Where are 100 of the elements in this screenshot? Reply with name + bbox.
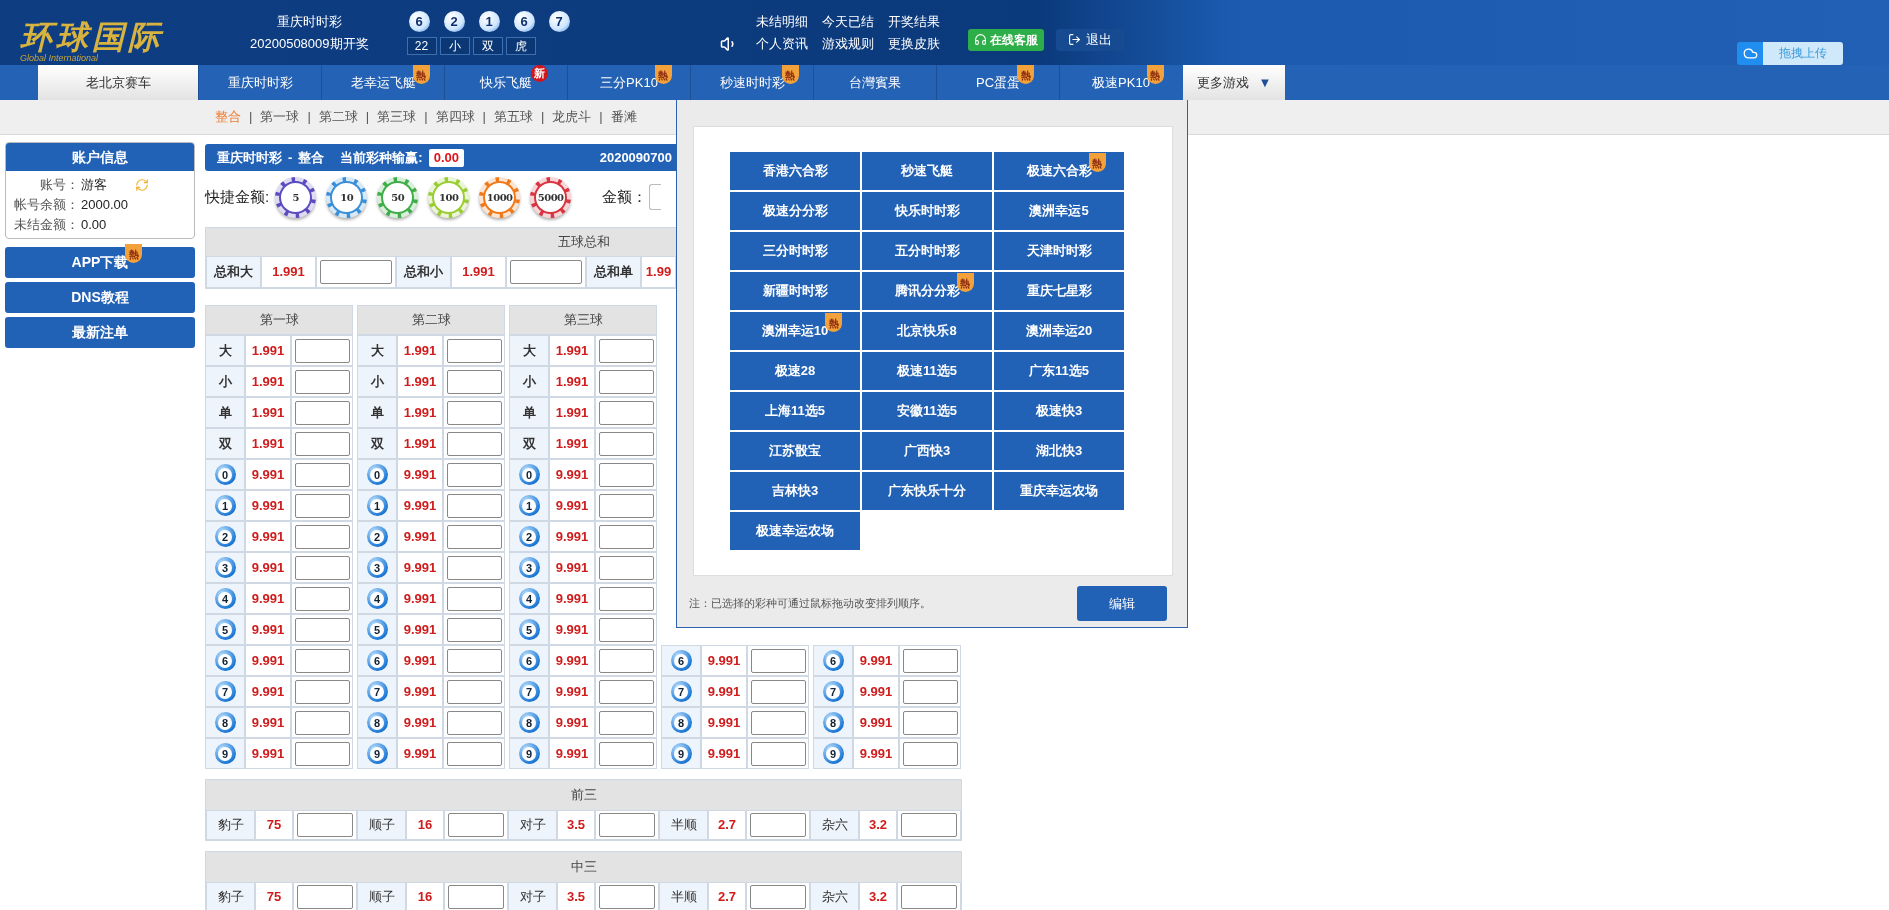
odds-value: 3.2 [859, 810, 897, 840]
odds-value: 1.991 [549, 397, 595, 428]
game-button[interactable]: 广西快3 [862, 432, 992, 470]
odds-value: 9.991 [701, 676, 747, 707]
game-button[interactable]: 广东快乐十分 [862, 472, 992, 510]
odds-value: 16 [406, 810, 444, 840]
game-tab[interactable]: 老北京赛车 [38, 65, 198, 100]
amount-input[interactable] [649, 184, 662, 210]
field-value: 0.00 [81, 215, 107, 234]
chip[interactable]: 100 [428, 176, 470, 218]
bet-label: 杂六 [810, 882, 859, 910]
game-button[interactable]: 上海11选5 [730, 392, 860, 430]
odds-value: 1.991 [549, 428, 595, 459]
game-button[interactable]: 澳洲幸运20 [994, 312, 1124, 350]
logout-button[interactable]: 退出 [1055, 28, 1124, 51]
odds-value: 1.991 [245, 366, 291, 397]
game-button[interactable]: 新疆时时彩 [730, 272, 860, 310]
game-button[interactable]: 极速快3 [994, 392, 1124, 430]
header-link[interactable]: 游戏规则 [821, 36, 874, 51]
odds-value: 9.991 [549, 583, 595, 614]
header-link[interactable]: 更换皮肤 [887, 36, 940, 51]
odds-value: 9.991 [549, 459, 595, 490]
refresh-icon[interactable] [135, 177, 149, 192]
odds-value: 9.991 [853, 738, 899, 769]
game-button[interactable]: 香港六合彩 [730, 152, 860, 190]
header-link[interactable]: 未结明细 [755, 14, 808, 29]
odds-value: 9.991 [549, 707, 595, 738]
odds-value: 9.991 [549, 521, 595, 552]
header-link[interactable]: 今天已结 [821, 14, 874, 29]
play-type-link[interactable]: 第二球 [318, 107, 358, 127]
sidebar-button[interactable]: DNS教程 [5, 282, 195, 313]
game-button[interactable]: 江苏骰宝 [730, 432, 860, 470]
odds-value: 9.991 [549, 490, 595, 521]
game-button[interactable]: 重庆七星彩 [994, 272, 1124, 310]
odds-value: 9.991 [245, 521, 291, 552]
headset-icon [973, 33, 987, 46]
game-button[interactable]: 快乐时时彩 [862, 192, 992, 230]
field-value: 2000.00 [81, 195, 128, 214]
game-button[interactable]: 广东11选5 [994, 352, 1124, 390]
bet-label: 大 [357, 335, 397, 366]
play-type-link[interactable]: 第五球 [493, 107, 533, 127]
odds-value: 1.991 [549, 366, 595, 397]
logo-text: 环球国际 [20, 21, 165, 53]
play-type-link[interactable]: 第一球 [260, 107, 300, 127]
edit-button[interactable]: 编辑 [1077, 586, 1167, 621]
game-button[interactable]: 五分时时彩 [862, 232, 992, 270]
chip[interactable]: 50 [377, 176, 419, 218]
game-button[interactable]: 极速28 [730, 352, 860, 390]
bet-label: 双 [509, 428, 549, 459]
odds-value: 9.991 [245, 583, 291, 614]
game-button[interactable]: 吉林快3 [730, 472, 860, 510]
bet-label: 豹子 [206, 810, 255, 840]
odds-value: 9.991 [245, 738, 291, 769]
game-button[interactable]: 秒速飞艇 [862, 152, 992, 190]
section-header: 中三 [206, 852, 961, 882]
bet-label: 杂六 [810, 810, 859, 840]
amount-label: 金额： [602, 186, 648, 207]
play-type-link[interactable]: 第四球 [435, 107, 475, 127]
odds-value: 9.991 [853, 707, 899, 738]
play-type-link[interactable]: 第三球 [377, 107, 417, 127]
chip[interactable]: 5000 [530, 176, 572, 218]
game-button[interactable]: 极速分分彩 [730, 192, 860, 230]
odds-value: 9.991 [397, 459, 443, 490]
bet-label: 总和大 [206, 256, 261, 288]
account-title: 账户信息 [6, 143, 194, 171]
odds-value: 9.991 [397, 707, 443, 738]
play-type-link[interactable]: 龙虎斗 [552, 107, 592, 127]
game-button[interactable]: 重庆幸运农场 [994, 472, 1124, 510]
game-button[interactable]: 湖北快3 [994, 432, 1124, 470]
field-label: 账号： [39, 175, 79, 194]
bet-label: 顺子 [357, 882, 406, 910]
game-button[interactable]: 北京快乐8 [862, 312, 992, 350]
result-tag: 小 [439, 36, 470, 55]
game-button[interactable]: 极速11选5 [862, 352, 992, 390]
title-game: 重庆时时彩 [217, 148, 282, 167]
more-games-tab[interactable]: 更多游戏 ▼ [1183, 65, 1285, 100]
bet-label: 大 [205, 335, 245, 366]
game-button[interactable]: 天津时时彩 [994, 232, 1124, 270]
chip[interactable]: 5 [275, 176, 317, 218]
sidebar-button[interactable]: 最新注单 [5, 317, 195, 348]
section-header: 前三 [206, 780, 961, 810]
chips-label: 快捷金额: [205, 186, 270, 207]
game-button[interactable]: 三分时时彩 [730, 232, 860, 270]
result-tag: 22 [406, 36, 437, 55]
game-button[interactable]: 安徽11选5 [862, 392, 992, 430]
odds-value: 1.991 [397, 397, 443, 428]
bet-label: 对子 [508, 882, 557, 910]
header-link[interactable]: 开奖结果 [887, 14, 940, 29]
game-button[interactable]: 极速幸运农场 [730, 512, 860, 550]
odds-value: 1.99 [641, 256, 676, 288]
odds-value: 9.991 [397, 552, 443, 583]
game-button[interactable]: 澳洲幸运5 [994, 192, 1124, 230]
play-type-link[interactable]: 番滩 [610, 107, 637, 127]
chip[interactable]: 10 [326, 176, 368, 218]
bet-label: 小 [357, 366, 397, 397]
logout-icon [1067, 33, 1081, 46]
separator: | [307, 108, 311, 127]
odds-value: 9.991 [549, 614, 595, 645]
header-link[interactable]: 个人资讯 [755, 36, 808, 51]
chip[interactable]: 1000 [479, 176, 521, 218]
